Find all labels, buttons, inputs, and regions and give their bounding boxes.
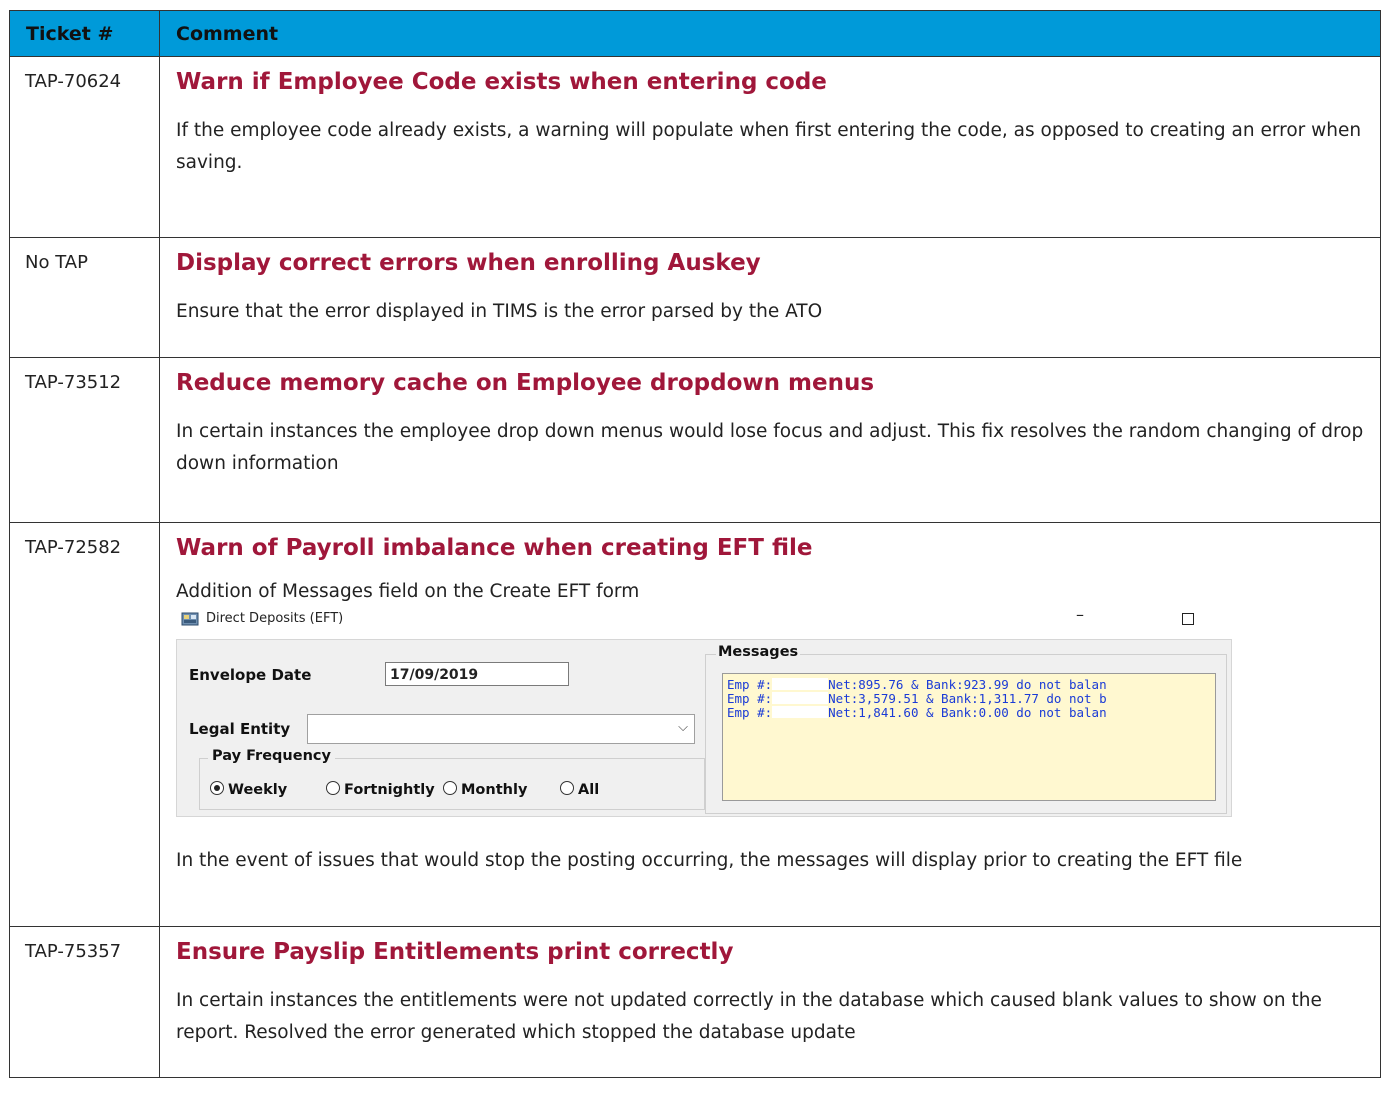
comment-cell: Reduce memory cache on Employee dropdown… [159,357,1381,523]
eft-dialog-screenshot: Direct Deposits (EFT) – Envelope Date 17… [176,605,1236,819]
table-row: TAP-73512 Reduce memory cache on Employe… [9,357,1381,523]
comment-description: Ensure that the error displayed in TIMS … [176,300,823,322]
comment-cell: Ensure Payslip Entitlements print correc… [159,926,1381,1078]
comment-title: Ensure Payslip Entitlements print correc… [176,939,734,965]
comment-description: In certain instances the employee drop d… [176,420,1364,474]
radio-icon [443,780,457,795]
release-notes-table: Ticket # Comment TAP-70624 Warn if Emplo… [9,10,1381,1078]
messages-textbox[interactable]: Emp #: Net:895.76 & Bank:923.99 do not ba… [722,672,1216,801]
message-line: Emp #: Net:1,841.60 & Bank:0.00 do not ba… [727,704,1107,720]
chevron-down-icon: ⌵ [678,719,688,735]
radio-fortnightly[interactable]: Fortnightly [326,780,435,798]
ticket-id: TAP-72582 [9,522,160,927]
messages-label: Messages [716,643,801,660]
radio-icon [560,780,574,795]
dialog-title: Direct Deposits (EFT) [206,610,344,626]
comment-title: Warn of Payroll imbalance when creating … [176,535,813,561]
bank-icon [181,612,199,626]
radio-icon [326,780,340,795]
comment-title: Reduce memory cache on Employee dropdown… [176,370,875,396]
maximize-icon[interactable] [1182,612,1194,625]
envelope-date-input[interactable]: 17/09/2019 [385,661,569,686]
table-row: TAP-75357 Ensure Payslip Entitlements pr… [9,926,1381,1078]
legal-entity-label: Legal Entity [189,719,291,738]
ticket-column-header: Ticket # [9,10,160,57]
comment-description: If the employee code already exists, a w… [176,119,1362,173]
comment-column-header: Comment [159,10,1381,57]
table-row: TAP-72582 Warn of Payroll imbalance when… [9,522,1381,927]
minimize-icon[interactable]: – [1076,605,1084,624]
message-line: Emp #: Net:895.76 & Bank:923.99 do not ba… [727,676,1107,692]
comment-title: Warn if Employee Code exists when enteri… [176,69,827,95]
comment-title: Display correct errors when enrolling Au… [176,250,761,276]
radio-monthly[interactable]: Monthly [443,780,527,798]
comment-cell: Warn if Employee Code exists when enteri… [159,56,1381,238]
table-row: No TAP Display correct errors when enrol… [9,237,1381,358]
radio-weekly[interactable]: Weekly [210,780,287,798]
comment-description: In the event of issues that would stop t… [176,849,1243,871]
messages-group: Messages Emp #: Net:895.76 & Bank:923.99 … [705,643,1227,814]
comment-cell: Warn of Payroll imbalance when creating … [159,522,1381,927]
dialog-title-bar: Direct Deposits (EFT) – [178,605,1218,633]
envelope-date-label: Envelope Date [189,665,312,684]
ticket-id: TAP-70624 [9,56,160,238]
message-line: Emp #: Net:3,579.51 & Bank:1,311.77 do no… [727,690,1107,706]
comment-description: In certain instances the entitlements we… [176,989,1322,1043]
ticket-id: TAP-75357 [9,926,160,1078]
pay-frequency-group: Pay Frequency Weekly Fortnightly Monthly… [199,747,705,810]
ticket-id: TAP-73512 [9,357,160,523]
comment-intro: Addition of Messages field on the Create… [176,580,640,602]
radio-all[interactable]: All [560,780,599,798]
pay-frequency-label: Pay Frequency [208,747,335,764]
table-row: TAP-70624 Warn if Employee Code exists w… [9,56,1381,238]
ticket-id: No TAP [9,237,160,358]
dialog-panel: Envelope Date 17/09/2019 Legal Entity ⌵ … [176,638,1232,817]
table-header-row: Ticket # Comment [9,10,1381,57]
radio-selected-icon [210,780,224,795]
legal-entity-select[interactable]: ⌵ [307,713,695,744]
comment-cell: Display correct errors when enrolling Au… [159,237,1381,358]
